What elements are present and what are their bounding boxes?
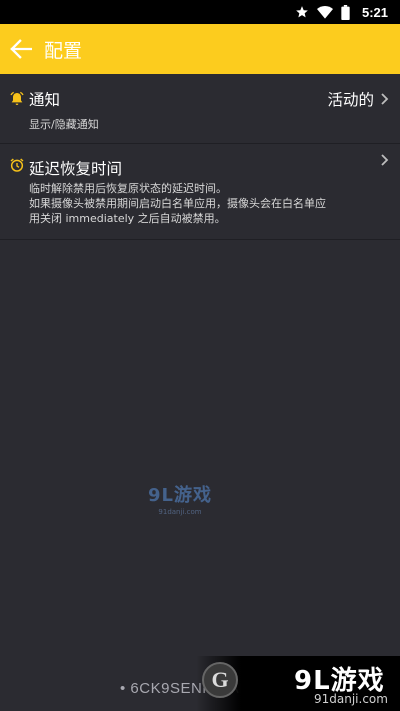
setting-notification[interactable]: 通知 显示/隐藏通知 活动的	[0, 74, 400, 144]
page-title: 配置	[44, 39, 83, 62]
setting-description: 显示/隐藏通知	[29, 118, 99, 131]
star-icon	[295, 5, 309, 19]
description-line: 如果摄像头被禁用期间启动白名单应用，摄像头会在白名单应	[29, 197, 326, 210]
setting-title: 延迟恢复时间	[29, 160, 123, 178]
setting-resume-delay[interactable]: 延迟恢复时间 临时解除禁用后恢复原状态的延迟时间。 如果摄像头被禁用期间启动白名…	[0, 144, 400, 240]
alarm-bell-icon	[9, 91, 25, 107]
arrow-back-icon	[10, 39, 32, 59]
watermark-logo: 9L游戏 91danji.com	[130, 481, 230, 517]
wifi-icon	[316, 5, 333, 19]
setting-description: 临时解除禁用后恢复原状态的延迟时间。 如果摄像头被禁用期间启动白名单应用，摄像头…	[29, 181, 326, 226]
description-line: 临时解除禁用后恢复原状态的延迟时间。	[29, 182, 227, 195]
footer-watermark: G 9L游戏 91danji.com	[196, 656, 400, 711]
battery-icon	[341, 4, 350, 20]
settings-list: 通知 显示/隐藏通知 活动的 延迟恢复时间 临时解除禁用后恢复原状态的延迟时间。…	[0, 74, 400, 240]
watermark-sub-text: 91danji.com	[158, 508, 202, 516]
setting-value: 活动的	[327, 91, 374, 109]
footer-logo-sub: 91danji.com	[314, 692, 388, 706]
alarm-clock-icon	[9, 157, 25, 173]
app-bar: 配置	[0, 24, 400, 74]
footer-logo-badge: G	[202, 662, 238, 698]
description-line: 用关闭 immediately 之后自动被禁用。	[29, 212, 226, 225]
chevron-right-icon	[380, 153, 390, 167]
back-button[interactable]	[0, 24, 42, 74]
status-time: 5:21	[361, 4, 388, 20]
footer-bar: • 6CK9SENKH.APP G 9L游戏 91danji.com	[0, 656, 400, 711]
chevron-right-icon	[380, 92, 390, 106]
setting-title: 通知	[29, 91, 61, 109]
watermark-logo-text: 9L游戏	[148, 485, 212, 506]
status-bar: 5:21	[0, 0, 400, 24]
